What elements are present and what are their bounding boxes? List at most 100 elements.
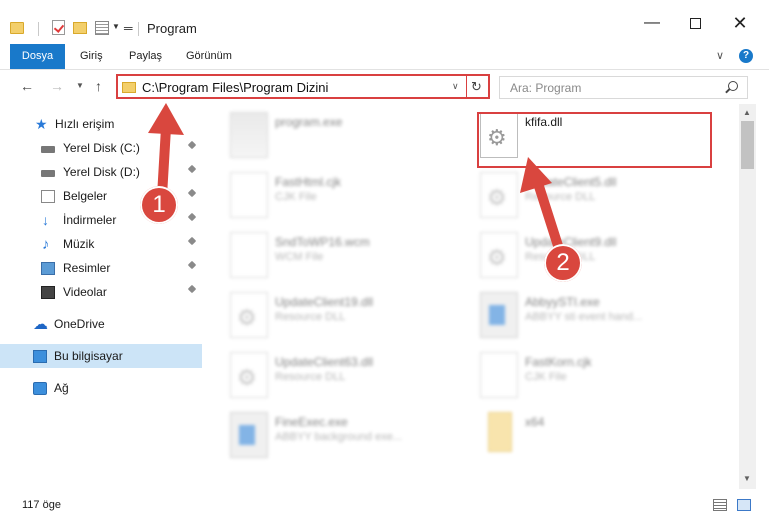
sidebar-item-label: Yerel Disk (C:) [63,141,140,155]
sidebar-item-disk-c[interactable]: Yerel Disk (C:) [0,136,202,160]
exe-icon [480,292,518,338]
file-item[interactable]: FastKorn.cjk CJK File [460,344,700,404]
file-item[interactable]: SndToWP16.wcm WCM File [210,224,450,284]
file-item[interactable]: FineExec.exe ABBYY background exe... [210,404,450,464]
navigation-pane: ★ Hızlı erişim Yerel Disk (C:) Yerel Dis… [0,104,210,489]
pin-icon[interactable] [187,140,197,152]
folder-icon[interactable] [10,22,24,34]
file-name: AbbyySTI.exe [525,295,600,309]
help-icon[interactable]: ? [739,49,753,63]
pin-icon[interactable] [187,236,197,248]
chevron-down-icon[interactable]: ▼ [112,22,120,31]
file-item[interactable]: program.exe [210,104,450,164]
sidebar-item-label: Bu bilgisayar [54,349,123,363]
sidebar-item-disk-d[interactable]: Yerel Disk (D:) [0,160,202,184]
pin-icon[interactable] [187,284,197,296]
minimize-icon: — [644,14,660,31]
sidebar-item-this-pc[interactable]: Bu bilgisayar [0,344,202,368]
scroll-thumb[interactable] [741,121,754,169]
computer-icon [33,349,47,363]
search-icon[interactable] [728,81,738,91]
customize-quick-access-icon[interactable]: ═ [124,21,133,35]
sidebar-item-label: Yerel Disk (D:) [63,165,140,179]
onedrive-icon: ☁ [33,315,48,333]
close-icon: ✕ [732,12,748,33]
minimize-button[interactable]: — [629,8,675,38]
folder-icon [122,82,136,93]
expand-ribbon-icon[interactable]: ∨ [716,49,724,62]
file-name: FastHtml.cjk [275,175,341,189]
title-bar: ▼ ═ Program — ✕ [0,0,769,44]
file-type: CJK File [275,191,317,203]
file-name: x64 [525,415,545,429]
file-icon [230,172,268,218]
sidebar-item-label: Belgeler [63,189,108,203]
step-marker-1: 1 [140,186,178,224]
sidebar-item-videos[interactable]: Videolar [0,280,202,304]
sidebar-item-label: Ağ [54,381,69,395]
network-icon [33,381,47,395]
downloads-icon: ↓ [42,211,49,228]
maximize-button[interactable] [672,8,718,38]
star-icon: ★ [35,115,48,132]
tab-view[interactable]: Görünüm [186,44,232,69]
file-type: CJK File [525,371,567,383]
address-bar[interactable]: C:\Program Files\Program Dizini ∨ ↻ [116,74,490,99]
file-item[interactable]: UpdateClient5.dll Resource DLL [460,164,700,224]
sidebar-item-label: İndirmeler [63,213,117,227]
file-name: UpdateClient19.dll [275,295,374,309]
large-icons-view-icon[interactable] [737,499,751,511]
pin-icon[interactable] [187,260,197,272]
sidebar-item-label: Videolar [63,285,107,299]
back-button[interactable]: ← [20,78,34,94]
tab-home[interactable]: Giriş [80,44,103,69]
recent-locations-icon[interactable]: ▼ [76,81,84,90]
dll-gear-icon [480,232,518,278]
music-icon: ♪ [42,235,50,253]
file-type: WCM File [275,251,324,263]
file-item[interactable]: UpdateClient63.dll Resource DLL [210,344,450,404]
divider [466,76,467,97]
sidebar-item-onedrive[interactable]: ☁ OneDrive [0,312,202,336]
scroll-down-icon[interactable]: ▼ [743,474,751,483]
properties-icon[interactable] [95,21,109,35]
chevron-down-icon[interactable]: ∨ [452,81,459,92]
tab-share[interactable]: Paylaş [129,44,162,69]
sidebar-item-pictures[interactable]: Resimler [0,256,202,280]
file-item[interactable]: AbbyySTI.exe ABBYY sti event hand... [460,284,700,344]
address-path[interactable]: C:\Program Files\Program Dizini [142,80,328,95]
properties-check-icon[interactable] [52,20,65,35]
sidebar-item-quick-access[interactable]: ★ Hızlı erişim [0,112,202,136]
dll-gear-icon [230,352,268,398]
sidebar-item-network[interactable]: Ağ [0,376,202,400]
pin-icon[interactable] [187,188,197,200]
file-type: Resource DLL [275,311,346,323]
search-box[interactable]: Ara: Program [499,76,748,99]
sidebar-item-music[interactable]: ♪ Müzik [0,232,202,256]
pin-icon[interactable] [187,212,197,224]
item-count: 117 öge [22,499,61,511]
disk-icon [41,170,55,177]
search-input[interactable]: Ara: Program [510,81,581,95]
step-marker-2: 2 [544,244,582,282]
file-name: SndToWP16.wcm [275,235,370,249]
forward-button[interactable]: → [50,78,64,94]
pictures-icon [41,261,55,275]
close-button[interactable]: ✕ [717,8,763,38]
details-view-icon[interactable] [713,499,727,511]
pin-icon[interactable] [187,164,197,176]
refresh-icon[interactable]: ↻ [471,79,482,95]
scroll-up-icon[interactable]: ▲ [743,108,751,117]
file-item[interactable]: UpdateClient19.dll Resource DLL [210,284,450,344]
sidebar-item-label: OneDrive [54,317,105,331]
installer-icon [230,112,268,158]
file-item[interactable]: x64 [460,404,700,464]
file-item[interactable]: FastHtml.cjk CJK File [210,164,450,224]
vertical-scrollbar[interactable]: ▲ ▼ [739,104,756,489]
up-button[interactable]: ↑ [95,78,102,94]
new-folder-icon[interactable] [73,22,87,34]
tab-file[interactable]: Dosya [10,44,65,69]
file-type: Resource DLL [525,191,596,203]
folder-icon [488,412,512,452]
divider [38,22,39,36]
